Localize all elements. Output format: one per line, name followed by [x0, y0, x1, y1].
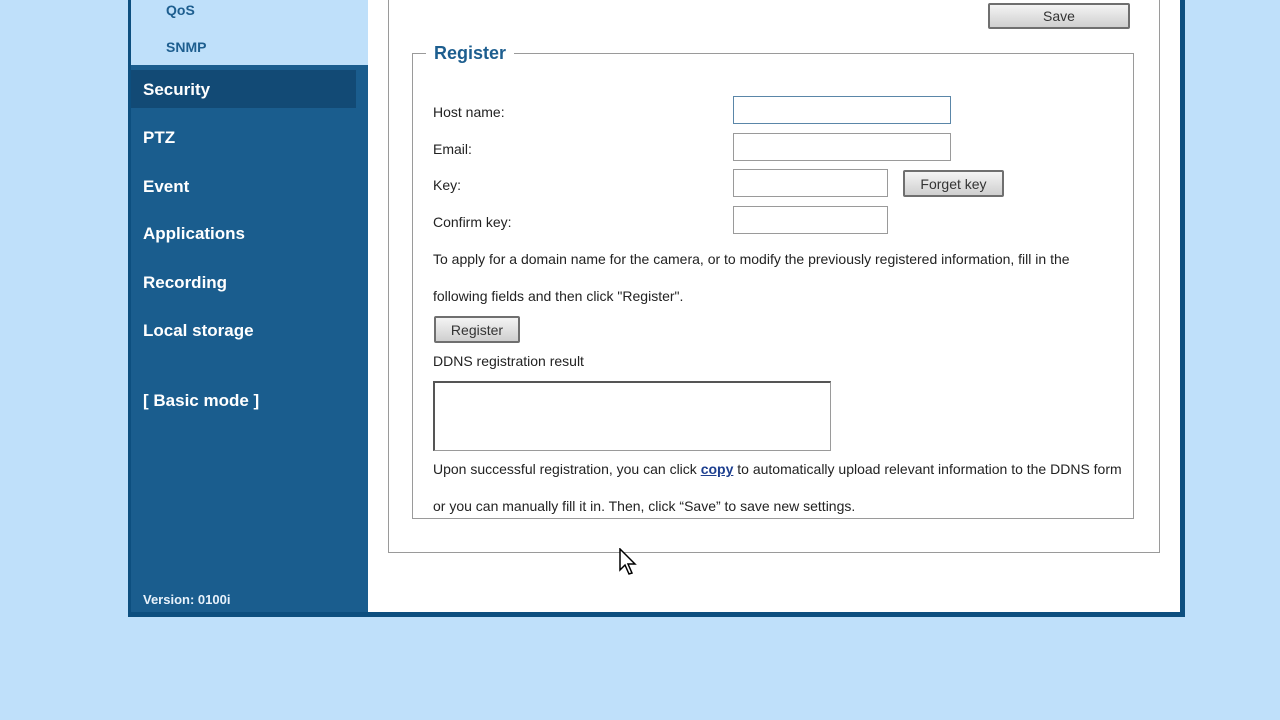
register-legend: Register [434, 43, 507, 63]
host-name-input[interactable] [733, 96, 951, 124]
main-content: Save Register Host name: Email: Key: For… [368, 0, 1180, 612]
register-instructions: To apply for a domain name for the camer… [433, 251, 1070, 304]
save-button[interactable]: Save [988, 3, 1130, 29]
registration-footer-text: Upon successful registration, you can cl… [433, 451, 1123, 525]
key-label: Key: [433, 177, 462, 193]
copy-link[interactable]: copy [701, 461, 734, 477]
sidebar-subitem-qos[interactable]: QoS [166, 2, 195, 18]
confirm-key-input[interactable] [733, 206, 888, 234]
sidebar-item-ptz[interactable]: PTZ [143, 128, 175, 148]
forget-key-button[interactable]: Forget key [903, 170, 1004, 197]
settings-panel: Save Register Host name: Email: Key: For… [388, 0, 1160, 553]
version-label: Version: 0100i [143, 592, 231, 607]
sidebar-subnav: QoS SNMP [131, 0, 368, 65]
sidebar-item-applications[interactable]: Applications [143, 224, 245, 244]
confirm-key-label: Confirm key: [433, 214, 512, 230]
sidebar: QoS SNMP Security PTZ Event Applications… [131, 0, 368, 612]
register-fieldset: Register Host name: Email: Key: Forget k… [412, 43, 1134, 519]
sidebar-item-local-storage[interactable]: Local storage [143, 321, 254, 341]
arrow-cursor-icon [619, 548, 637, 575]
ddns-result-box [433, 381, 831, 451]
basic-mode-link[interactable]: [ Basic mode ] [143, 391, 259, 411]
register-button[interactable]: Register [434, 316, 520, 343]
sidebar-subitem-snmp[interactable]: SNMP [166, 39, 206, 55]
footer-text-before: Upon successful registration, you can cl… [433, 461, 701, 477]
email-input[interactable] [733, 133, 951, 161]
email-label: Email: [433, 141, 472, 157]
ddns-result-label: DDNS registration result [433, 353, 584, 369]
sidebar-item-security[interactable]: Security [143, 80, 210, 100]
sidebar-item-event[interactable]: Event [143, 177, 189, 197]
key-input[interactable] [733, 169, 888, 197]
host-name-label: Host name: [433, 104, 505, 120]
sidebar-item-recording[interactable]: Recording [143, 273, 227, 293]
